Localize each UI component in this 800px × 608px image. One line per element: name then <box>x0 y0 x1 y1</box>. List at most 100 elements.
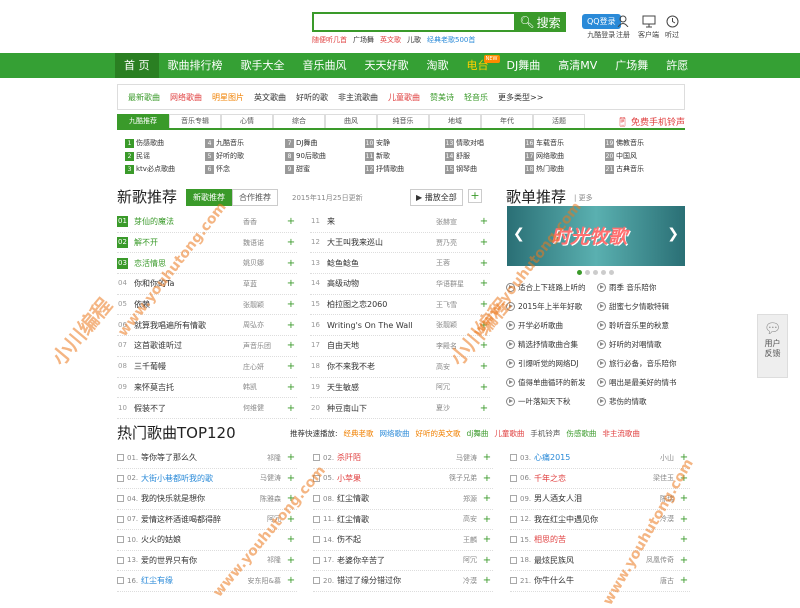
tab-item[interactable]: 综合 <box>273 114 325 128</box>
radio-item[interactable]: 13 情歌对唱 <box>445 138 525 151</box>
quick-play-link[interactable]: dj舞曲 <box>467 428 489 439</box>
nav-item[interactable]: 歌手大全 <box>232 53 294 78</box>
nav-item[interactable]: DJ舞曲 <box>498 53 550 78</box>
quick-play-link[interactable]: 经典老歌 <box>344 428 374 439</box>
top-song-row[interactable]: 06. 千年之恋 梁佳玉 + <box>510 469 690 489</box>
song-row[interactable]: 09 来怀莫吉托 韩凯 + <box>117 378 297 399</box>
nav-item[interactable]: 淘歌 <box>418 53 458 78</box>
add-icon[interactable]: + <box>285 258 297 269</box>
add-icon[interactable]: + <box>478 361 490 372</box>
top-song-title[interactable]: 小苹果 <box>337 473 441 484</box>
song-title[interactable]: 天生敏感 <box>327 382 436 393</box>
playlist-banner[interactable]: ❮ 时光牧歌 ❯ <box>507 206 685 266</box>
song-artist[interactable]: 李殿名 <box>436 341 478 351</box>
top-song-title[interactable]: 老婆你辛苦了 <box>337 555 441 566</box>
top-song-row[interactable]: 03. 心痛2015 小山 + <box>510 448 690 469</box>
song-title[interactable]: 假装不了 <box>134 403 243 414</box>
checkbox[interactable] <box>117 454 124 462</box>
playlist-item[interactable]: 精选抒情歌曲合集 <box>506 335 597 354</box>
add-icon[interactable]: + <box>481 514 493 525</box>
checkbox[interactable] <box>313 474 320 482</box>
song-row[interactable]: 07 这首歌谁听过 声音乐团 + <box>117 336 297 357</box>
radio-item[interactable]: 11 新歌 <box>365 151 445 164</box>
song-title[interactable]: 依赖 <box>134 299 243 310</box>
radio-item[interactable]: 4 九酷音乐 <box>205 138 285 151</box>
tab-item[interactable]: 音乐专辑 <box>169 114 221 128</box>
song-artist[interactable]: 华语群星 <box>436 279 478 289</box>
playlist-more-link[interactable]: | 更多 <box>574 193 593 203</box>
top-song-row[interactable]: 10. 火火的姑娘 + <box>117 530 297 551</box>
top-song-artist[interactable]: 王麟 <box>441 535 481 545</box>
add-icon[interactable]: + <box>478 278 490 289</box>
top-song-title[interactable]: 心痛2015 <box>534 452 638 463</box>
category-link[interactable]: 英文歌曲 <box>254 92 286 103</box>
song-title[interactable]: 高级动物 <box>327 278 436 289</box>
tab-item[interactable]: 纯音乐 <box>377 114 429 128</box>
checkbox[interactable] <box>313 577 320 585</box>
add-all-button[interactable]: + <box>468 189 482 203</box>
top-song-row[interactable]: 14. 伤不起 王麟 + <box>313 530 493 551</box>
song-row[interactable]: 12 大王叫我来巡山 贾乃亮 + <box>310 233 490 254</box>
radio-item[interactable]: 12 抒情歌曲 <box>365 164 445 177</box>
top-song-row[interactable]: 21. 你牛什么牛 唐古 + <box>510 571 690 592</box>
add-icon[interactable]: + <box>481 473 493 484</box>
song-title[interactable]: 你不来我不老 <box>327 361 436 372</box>
checkbox[interactable] <box>313 556 320 564</box>
top-song-artist[interactable]: 唐古 <box>638 576 678 586</box>
checkbox[interactable] <box>510 536 517 544</box>
top-song-title[interactable]: 爱情这杯酒谁喝都得醉 <box>141 514 245 525</box>
radio-item[interactable]: 5 好听的歌 <box>205 151 285 164</box>
quick-play-link[interactable]: 手机铃声 <box>530 428 560 439</box>
category-link[interactable]: 非主流歌曲 <box>338 92 378 103</box>
playlist-item[interactable]: 开学必听歌曲 <box>506 316 597 335</box>
playlist-item[interactable]: 2015年上半年好歌 <box>506 297 597 316</box>
add-icon[interactable]: + <box>285 382 297 393</box>
category-link[interactable]: 网络歌曲 <box>170 92 202 103</box>
top-song-row[interactable]: 02. 大街小巷都听我的歌 马健涛 + <box>117 469 297 489</box>
top-song-artist[interactable]: 筷子兄弟 <box>441 473 481 483</box>
song-artist[interactable]: 声音乐团 <box>243 341 285 351</box>
song-row[interactable]: 11 来张赫宣 + <box>310 212 490 233</box>
song-artist[interactable]: 张靓颖 <box>243 300 285 310</box>
song-row[interactable]: 17 自由天地 李殿名 + <box>310 336 490 357</box>
radio-item[interactable]: 7 DJ舞曲 <box>285 138 365 151</box>
song-artist[interactable]: 姚贝娜 <box>243 258 285 268</box>
top-song-artist[interactable]: 安东阳&慕 <box>245 576 285 586</box>
radio-item[interactable]: 6 怀念 <box>205 164 285 177</box>
top-song-artist[interactable]: 祁隆 <box>245 453 285 463</box>
quick-play-link[interactable]: 非主流歌曲 <box>602 428 640 439</box>
top-song-title[interactable]: 我的快乐就是想你 <box>141 493 245 504</box>
playlist-item[interactable]: 好听的对唱情歌 <box>597 335 688 354</box>
radio-item[interactable]: 14 舒服 <box>445 151 525 164</box>
top-song-artist[interactable]: 凤凰传奇 <box>638 555 678 565</box>
song-title[interactable]: 你和你的Ta <box>134 278 243 289</box>
add-icon[interactable]: + <box>678 473 690 484</box>
category-link[interactable]: 更多类型>> <box>498 92 543 103</box>
add-icon[interactable]: + <box>285 361 297 372</box>
song-artist[interactable]: 王蓉 <box>436 258 478 268</box>
song-artist[interactable]: 高安 <box>436 362 478 372</box>
song-artist[interactable]: 庄心妍 <box>243 362 285 372</box>
search-box[interactable]: 🔍︎ 搜索 <box>312 12 566 32</box>
radio-item[interactable]: 9 甜蜜 <box>285 164 365 177</box>
top-song-artist[interactable]: 郑源 <box>441 494 481 504</box>
top-song-artist[interactable]: 梁佳玉 <box>638 473 678 483</box>
radio-item[interactable]: 20 中国风 <box>605 151 685 164</box>
add-icon[interactable]: + <box>481 555 493 566</box>
top-song-title[interactable]: 大街小巷都听我的歌 <box>141 473 245 484</box>
song-row[interactable]: 18 你不来我不老 高安 + <box>310 357 490 378</box>
playlist-item[interactable]: 值得单曲循环的新发 <box>506 373 597 392</box>
top-song-row[interactable]: 11. 红尘情歌 高安 + <box>313 510 493 530</box>
add-icon[interactable]: + <box>478 216 490 227</box>
checkbox[interactable] <box>313 495 320 503</box>
song-row[interactable]: 03 恋活情思 姚贝娜 + <box>117 253 297 275</box>
register-link[interactable]: 注册 <box>616 12 630 40</box>
chevron-left-icon[interactable]: ❮ <box>513 226 525 242</box>
category-link[interactable]: 儿童歌曲 <box>388 92 420 103</box>
top-song-artist[interactable]: 冷漠 <box>638 514 678 524</box>
song-artist[interactable]: 韩凯 <box>243 382 285 392</box>
song-row[interactable]: 19 天生敏感 阿冗 + <box>310 378 490 399</box>
tab-item[interactable]: 曲风 <box>325 114 377 128</box>
play-all-button[interactable]: ▶︎ 播放全部 <box>410 189 463 206</box>
history-link[interactable]: 听过 <box>665 12 679 40</box>
